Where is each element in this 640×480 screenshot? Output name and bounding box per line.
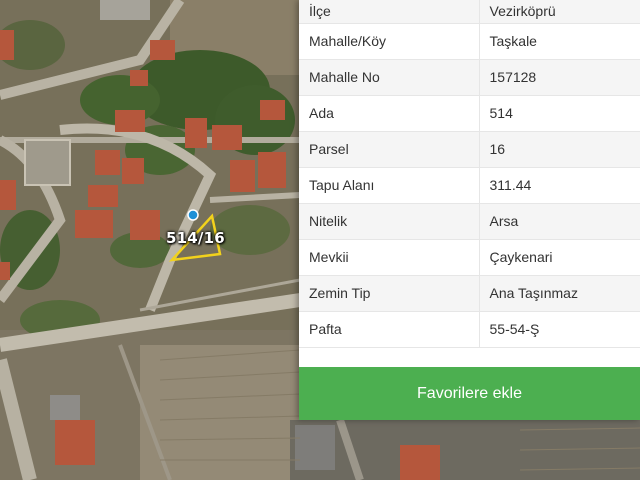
row-value: Taşkale [479,23,640,60]
table-row: Tapu Alanı 311.44 [299,167,640,204]
row-value: Vezirköprü [479,0,640,24]
table-row: Ada 514 [299,95,640,132]
row-key: Ada [299,95,480,132]
table-row: Pafta 55-54-Ş [299,311,640,348]
table-row: İlçe Vezirköprü [299,0,640,24]
row-value: 16 [479,131,640,168]
row-value: Çaykenari [479,239,640,276]
row-key: Tapu Alanı [299,167,480,204]
location-dot[interactable] [187,209,199,221]
row-key: Nitelik [299,203,480,240]
row-value: 55-54-Ş [479,311,640,348]
parcel-info-panel: İlçe Vezirköprü Mahalle/Köy Taşkale Maha… [299,0,640,420]
row-key: Mevkii [299,239,480,276]
table-row: Zemin Tip Ana Taşınmaz [299,275,640,312]
table-row: Nitelik Arsa [299,203,640,240]
row-value: 311.44 [479,167,640,204]
row-value: 157128 [479,59,640,96]
row-key: Parsel [299,131,480,168]
row-key: Mahalle No [299,59,480,96]
parcel-label: 514/16 [166,229,225,247]
row-value: 514 [479,95,640,132]
table-row: Mahalle/Köy Taşkale [299,23,640,60]
table-row: Mevkii Çaykenari [299,239,640,276]
row-key: Pafta [299,311,480,348]
row-value: Ana Taşınmaz [479,275,640,312]
table-row: Mahalle No 157128 [299,59,640,96]
table-row: Parsel 16 [299,131,640,168]
parcel-info-table: İlçe Vezirköprü Mahalle/Köy Taşkale Maha… [299,0,640,348]
row-key: İlçe [299,0,480,24]
row-key: Zemin Tip [299,275,480,312]
row-value: Arsa [479,203,640,240]
add-to-favorites-button[interactable]: Favorilere ekle [299,367,640,420]
row-key: Mahalle/Köy [299,23,480,60]
